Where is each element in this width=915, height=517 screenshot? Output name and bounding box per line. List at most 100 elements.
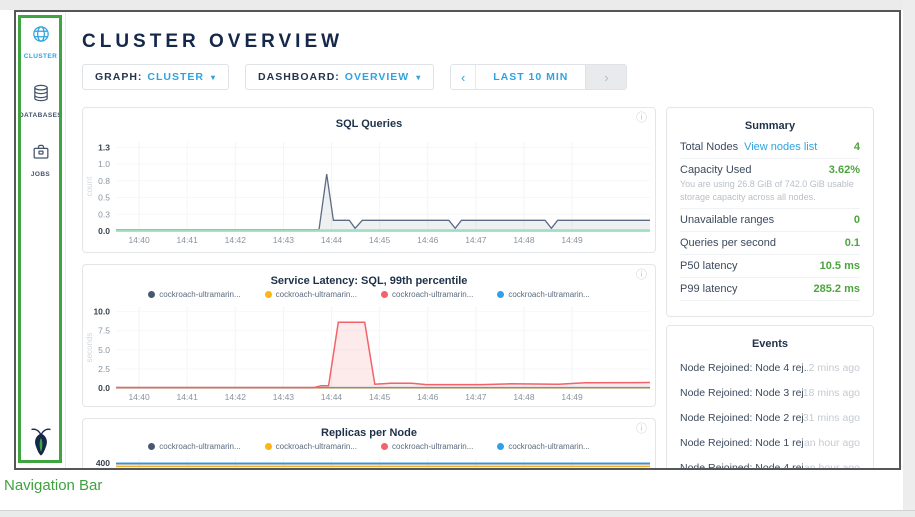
summary-row-label: Capacity Used: [680, 164, 752, 176]
event-row[interactable]: Node Rejoined: Node 1 rej...an hour ago: [680, 430, 860, 455]
svg-text:0.8: 0.8: [98, 176, 110, 186]
legend-item[interactable]: cockroach-ultramarin...: [148, 442, 240, 451]
summary-row-label: Queries per second: [680, 237, 776, 249]
legend-label: cockroach-ultramarin...: [159, 290, 240, 299]
svg-text:14:47: 14:47: [465, 235, 487, 245]
sidebar-item-cluster[interactable]: CLUSTER: [24, 24, 58, 60]
legend-item[interactable]: cockroach-ultramarin...: [381, 442, 473, 451]
info-icon[interactable]: ⓘ: [636, 270, 647, 281]
summary-row: P99 latency 285.2 ms: [680, 278, 860, 301]
right-column: Summary Total NodesView nodes list4Capac…: [666, 107, 874, 468]
legend-dot-icon: [148, 291, 155, 298]
chart-legend: cockroach-ultramarin... cockroach-ultrama…: [83, 290, 655, 299]
time-next-button-disabled[interactable]: ›: [585, 65, 626, 89]
database-icon: [31, 83, 51, 108]
chart-panel-sql-queries: SQL Queries ⓘ 14:4014:4114:4214:4314:441…: [82, 107, 656, 253]
toolbar: GRAPH: CLUSTER ▾ DASHBOARD: OVERVIEW ▾ ‹…: [82, 64, 899, 90]
chart-title: SQL Queries: [83, 118, 655, 130]
time-prev-button[interactable]: ‹: [451, 65, 476, 89]
event-time: an hour ago: [804, 462, 860, 469]
top-margin-band: [0, 0, 915, 10]
svg-text:14:41: 14:41: [177, 392, 199, 402]
summary-row: Total NodesView nodes list4: [680, 136, 860, 159]
summary-row-value: 285.2 ms: [814, 283, 860, 295]
svg-text:14:42: 14:42: [225, 392, 247, 402]
svg-text:14:49: 14:49: [561, 235, 583, 245]
main-content: CLUSTER OVERVIEW GRAPH: CLUSTER ▾ DASHBO…: [66, 12, 899, 468]
legend-item[interactable]: cockroach-ultramarin...: [381, 290, 473, 299]
summary-row: Unavailable ranges0: [680, 209, 860, 232]
sidebar-item-label: CLUSTER: [24, 53, 58, 60]
legend-label: cockroach-ultramarin...: [392, 442, 473, 451]
app-window: CLUSTER DATABASES: [14, 10, 901, 470]
summary-row-label: P99 latency: [680, 283, 737, 295]
svg-text:14:49: 14:49: [561, 392, 583, 402]
dashboard-dropdown-value: OVERVIEW: [345, 71, 409, 83]
cockroachdb-logo-icon[interactable]: [28, 426, 54, 463]
chevron-down-icon: ▾: [211, 73, 216, 82]
svg-text:14:48: 14:48: [513, 235, 535, 245]
svg-text:14:45: 14:45: [369, 235, 391, 245]
time-window-label[interactable]: LAST 10 MIN: [476, 65, 585, 89]
summary-row-value: 3.62%: [829, 164, 860, 176]
event-time: 18 mins ago: [803, 387, 860, 399]
legend-item[interactable]: cockroach-ultramarin...: [265, 442, 357, 451]
svg-text:14:43: 14:43: [273, 235, 295, 245]
chart-panel-replicas-per-node: Replicas per Node ⓘ cockroach-ultramarin…: [82, 418, 656, 468]
summary-row-value: 0: [854, 214, 860, 226]
legend-label: cockroach-ultramarin...: [508, 290, 589, 299]
event-text: Node Rejoined: Node 3 rej...: [680, 387, 803, 399]
charts-column: SQL Queries ⓘ 14:4014:4114:4214:4314:441…: [82, 107, 656, 468]
legend-item[interactable]: cockroach-ultramarin...: [265, 290, 357, 299]
legend-item[interactable]: cockroach-ultramarin...: [497, 442, 589, 451]
legend-item[interactable]: cockroach-ultramarin...: [148, 290, 240, 299]
svg-text:seconds: seconds: [85, 333, 94, 363]
svg-text:10.0: 10.0: [93, 307, 110, 317]
info-icon[interactable]: ⓘ: [636, 113, 647, 124]
svg-text:14:40: 14:40: [128, 392, 150, 402]
legend-label: cockroach-ultramarin...: [508, 442, 589, 451]
graph-dropdown-label: GRAPH:: [95, 71, 142, 83]
event-text: Node Rejoined: Node 2 rej...: [680, 412, 803, 424]
summary-row: Queries per second0.1: [680, 232, 860, 255]
sidebar-item-databases[interactable]: DATABASES: [19, 83, 62, 119]
svg-text:14:42: 14:42: [225, 235, 247, 245]
summary-row-label: P50 latency: [680, 260, 737, 272]
legend-dot-icon: [497, 291, 504, 298]
sidebar-item-jobs[interactable]: JOBS: [31, 142, 51, 178]
svg-text:14:46: 14:46: [417, 392, 439, 402]
view-nodes-list-link[interactable]: View nodes list: [744, 141, 817, 153]
legend-dot-icon: [148, 443, 155, 450]
svg-text:count: count: [85, 176, 94, 196]
svg-text:14:40: 14:40: [128, 235, 150, 245]
legend-dot-icon: [381, 291, 388, 298]
legend-dot-icon: [265, 291, 272, 298]
summary-row-label: Total Nodes: [680, 141, 738, 153]
chevron-down-icon: ▾: [416, 73, 421, 82]
event-row[interactable]: Node Rejoined: Node 4 rej...2 mins ago: [680, 355, 860, 380]
event-row[interactable]: Node Rejoined: Node 3 rej...18 mins ago: [680, 380, 860, 405]
svg-text:0.0: 0.0: [98, 226, 110, 236]
event-row[interactable]: Node Rejoined: Node 2 rej...31 mins ago: [680, 405, 860, 430]
legend-label: cockroach-ultramarin...: [159, 442, 240, 451]
replicas-per-node-plot: 14:4014:4114:4214:4314:4414:4514:4614:47…: [84, 451, 654, 468]
svg-text:14:43: 14:43: [273, 392, 295, 402]
events-title: Events: [680, 338, 860, 350]
info-icon[interactable]: ⓘ: [636, 424, 647, 435]
legend-label: cockroach-ultramarin...: [276, 442, 357, 451]
summary-title: Summary: [680, 120, 860, 132]
svg-text:7.5: 7.5: [98, 326, 110, 336]
graph-dropdown[interactable]: GRAPH: CLUSTER ▾: [82, 64, 229, 90]
legend-label: cockroach-ultramarin...: [276, 290, 357, 299]
legend-item[interactable]: cockroach-ultramarin...: [497, 290, 589, 299]
legend-dot-icon: [497, 443, 504, 450]
dashboard-dropdown-label: DASHBOARD:: [258, 71, 340, 83]
summary-row: P50 latency10.5 ms: [680, 255, 860, 278]
event-row[interactable]: Node Rejoined: Node 4 rej...an hour ago: [680, 455, 860, 468]
event-time: an hour ago: [804, 437, 860, 449]
sidebar-item-label: DATABASES: [19, 112, 62, 119]
bottom-margin-band: [0, 510, 915, 517]
dashboard-dropdown[interactable]: DASHBOARD: OVERVIEW ▾: [245, 64, 434, 90]
events-rows: Node Rejoined: Node 4 rej...2 mins agoNo…: [680, 355, 860, 468]
event-text: Node Rejoined: Node 4 rej...: [680, 462, 804, 469]
